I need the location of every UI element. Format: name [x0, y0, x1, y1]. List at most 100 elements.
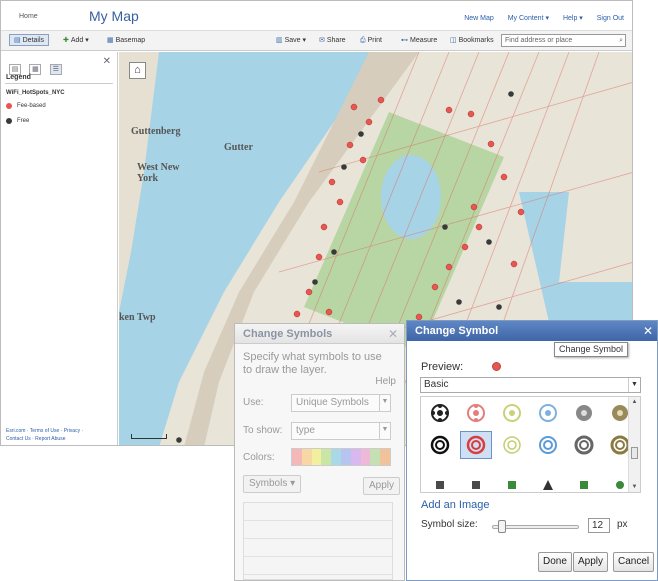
symbols-menu-button[interactable]: Symbols ▾ [243, 475, 302, 493]
save-button[interactable]: ▥ Save ▾ [274, 35, 308, 47]
change-symbol-title: Change Symbol [407, 321, 657, 341]
details-panel: ▤ ▦ ☰ ✕ Legend WiFi_HotSpots_NYC Fee-bas… [1, 52, 118, 445]
bookmarks-button[interactable]: ◫ Bookmarks [448, 35, 496, 47]
sign-out-link[interactable]: Sign Out [597, 15, 624, 22]
legend-tab-icon[interactable]: ☰ [49, 64, 62, 75]
measure-button[interactable]: ⊷ Measure [399, 35, 439, 47]
apply-button[interactable]: Apply [573, 552, 609, 572]
color-ramp-swatch [301, 449, 312, 465]
symbol-option-selected[interactable] [460, 431, 492, 459]
search-input[interactable]: Find address or place ⌕ [501, 34, 626, 47]
map-label-west-new-york: West New York [137, 162, 180, 184]
colors-label: Colors: [243, 452, 275, 463]
list-item[interactable] [244, 557, 392, 575]
map-label-gutter: Gutter [224, 142, 253, 153]
color-ramp-swatch [360, 449, 371, 465]
symbol-category-select[interactable]: Basic ▼ [420, 377, 641, 393]
measure-icon: ⊷ [401, 37, 408, 44]
color-ramp-swatch [321, 449, 332, 465]
symbol-option[interactable] [460, 399, 492, 427]
legend-layer-name: WiFi_HotSpots_NYC [6, 90, 65, 96]
symbol-option[interactable] [496, 471, 528, 492]
new-map-link[interactable]: New Map [464, 15, 494, 22]
bookmarks-icon: ◫ [450, 37, 457, 44]
use-select[interactable]: Unique Symbols ▼ [291, 394, 391, 412]
symbol-palette: ▲ ▼ [420, 396, 641, 493]
color-ramp-swatch [380, 449, 390, 465]
color-ramp-swatch [311, 449, 322, 465]
symbol-size-label: Symbol size: [421, 519, 478, 530]
search-icon[interactable]: ⌕ [619, 35, 623, 46]
color-ramp-swatch [370, 449, 381, 465]
symbol-option[interactable] [460, 471, 492, 492]
symbol-option[interactable] [424, 471, 456, 492]
toolbar: ▤ Details ✚ Add ▾ ▦ Basemap ▥ Save ▾ ✉ Share … [1, 31, 632, 51]
footer-links[interactable]: Esri.com · Terms of Use · Privacy · [6, 427, 83, 435]
map-title: My Map [89, 8, 139, 24]
palette-scrollbar[interactable]: ▲ ▼ [628, 397, 640, 492]
symbol-option[interactable] [532, 471, 564, 492]
chevron-down-icon: ▼ [628, 378, 640, 392]
list-item[interactable] [244, 503, 392, 521]
change-symbol-dialog: Change Symbol ✕ Change Symbol Preview: B… [406, 320, 658, 581]
add-image-link[interactable]: Add an Image [421, 499, 490, 511]
details-icon: ▤ [14, 37, 21, 44]
details-button[interactable]: ▤ Details [9, 34, 50, 46]
list-item[interactable] [244, 521, 392, 539]
help-menu[interactable]: Help ▾ [563, 15, 583, 22]
footer-links-2[interactable]: Contact Us · Report Abuse [6, 435, 83, 443]
divider [5, 83, 113, 84]
change-symbols-title: Change Symbols [235, 324, 404, 344]
color-ramp-swatch [350, 449, 361, 465]
symbol-option[interactable] [568, 471, 600, 492]
print-button[interactable]: ⎙ Print [358, 35, 384, 47]
size-unit-label: px [617, 519, 628, 530]
chevron-down-icon: ▼ [379, 423, 390, 439]
close-icon[interactable]: ✕ [388, 327, 398, 341]
close-panel-icon[interactable]: ✕ [103, 56, 111, 67]
change-symbols-dialog: Change Symbols ✕ Specify what symbols to… [234, 323, 405, 581]
my-content-menu[interactable]: My Content ▾ [508, 15, 549, 22]
map-label-guttenberg: Guttenberg [131, 126, 181, 137]
free-symbol-icon [6, 118, 12, 124]
list-item[interactable] [244, 539, 392, 557]
cancel-button[interactable]: Cancel [613, 552, 655, 572]
scroll-down-icon[interactable]: ▼ [629, 484, 640, 490]
help-link[interactable]: Help [375, 376, 396, 387]
color-ramp-select[interactable] [291, 448, 391, 466]
home-link[interactable]: Home [19, 13, 38, 20]
top-links: New Map My Content ▾ Help ▾ Sign Out [452, 14, 624, 22]
close-icon[interactable]: ✕ [643, 324, 653, 338]
panel-footer: Esri.com · Terms of Use · Privacy · Cont… [6, 427, 83, 443]
symbol-option[interactable] [496, 431, 528, 459]
home-view-button[interactable]: ⌂ [129, 62, 146, 79]
basemap-icon: ▦ [107, 37, 114, 44]
symbol-option[interactable] [532, 431, 564, 459]
symbol-option[interactable] [532, 399, 564, 427]
legend-heading: Legend [6, 74, 31, 81]
share-button[interactable]: ✉ Share [317, 35, 348, 47]
color-ramp-swatch [292, 449, 302, 465]
scroll-thumb[interactable] [631, 447, 638, 459]
symbol-option[interactable] [568, 431, 600, 459]
basemap-button[interactable]: ▦ Basemap [105, 35, 147, 47]
slider-handle[interactable] [498, 520, 507, 533]
done-button[interactable]: Done [538, 552, 572, 572]
top-bar: Home My Map New Map My Content ▾ Help ▾ … [1, 1, 632, 31]
apply-button-disabled[interactable]: Apply [363, 477, 401, 495]
symbols-list [243, 502, 393, 580]
symbol-option[interactable] [496, 399, 528, 427]
symbol-option[interactable] [568, 399, 600, 427]
map-label-ken-twp: ken Twp [119, 312, 156, 323]
content-tab-icon[interactable]: ▦ [29, 64, 42, 75]
legend-item-free: Free [6, 118, 29, 124]
to-show-select[interactable]: type ▼ [291, 422, 391, 440]
scroll-up-icon[interactable]: ▲ [629, 399, 640, 405]
add-icon: ✚ [63, 37, 69, 44]
print-icon: ⎙ [360, 37, 366, 44]
symbol-option[interactable] [424, 399, 456, 427]
symbol-option[interactable] [424, 431, 456, 459]
symbol-size-input[interactable]: 12 [588, 518, 610, 533]
tooltip: Change Symbol [554, 342, 629, 357]
add-button[interactable]: ✚ Add ▾ [61, 35, 91, 47]
